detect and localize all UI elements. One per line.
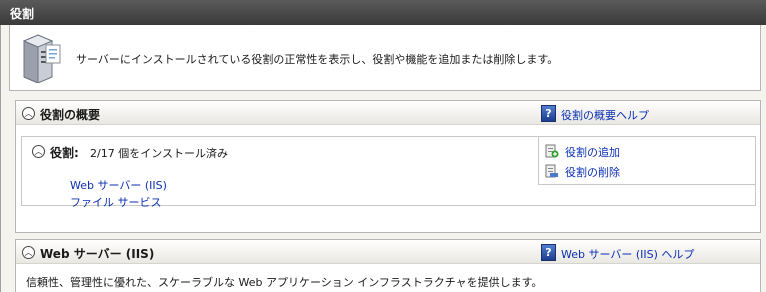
roles-status: 2/17 個をインストール済み bbox=[90, 147, 228, 160]
add-roles-link[interactable]: 役割の追加 bbox=[565, 144, 620, 160]
add-role-icon bbox=[545, 144, 559, 158]
roles-summary-header: ︿ 役割の概要 ? 役割の概要ヘルプ bbox=[16, 101, 760, 125]
roles-summary-help-link[interactable]: 役割の概要ヘルプ bbox=[561, 107, 649, 123]
intro-text: サーバーにインストールされている役割の正常性を表示し、役割や機能を追加または削除… bbox=[76, 53, 559, 66]
web-server-title: Web サーバー (IIS) bbox=[40, 247, 155, 261]
help-icon[interactable]: ? bbox=[541, 244, 556, 261]
remove-role-icon bbox=[545, 164, 558, 178]
roles-summary-title: 役割の概要 bbox=[40, 108, 101, 122]
web-server-description: 信頼性、管理性に優れた、スケーラブルな Web アプリケーション インフラストラ… bbox=[26, 276, 543, 289]
role-actions-panel: 役割の追加 役割の削除 bbox=[538, 137, 755, 185]
collapse-icon[interactable]: ︿ bbox=[22, 246, 35, 259]
collapse-icon[interactable]: ︿ bbox=[32, 145, 45, 158]
roles-panel: ︿ 役割: 2/17 個をインストール済み Web サーバー (IIS) ファイ… bbox=[21, 136, 756, 209]
collapse-icon[interactable]: ︿ bbox=[22, 107, 35, 120]
help-icon[interactable]: ? bbox=[541, 105, 556, 122]
role-link-web-server[interactable]: Web サーバー (IIS) bbox=[70, 177, 167, 193]
role-link-file-services[interactable]: ファイル サービス bbox=[70, 194, 162, 210]
window-title: 役割 bbox=[0, 0, 766, 25]
web-server-header: ︿ Web サーバー (IIS) ? Web サーバー (IIS) ヘルプ bbox=[16, 240, 760, 264]
web-server-section: ︿ Web サーバー (IIS) ? Web サーバー (IIS) ヘルプ 信頼… bbox=[15, 239, 761, 292]
remove-roles-link[interactable]: 役割の削除 bbox=[565, 164, 620, 180]
server-icon bbox=[22, 34, 61, 83]
roles-label: 役割: bbox=[50, 146, 79, 160]
web-server-help-link[interactable]: Web サーバー (IIS) ヘルプ bbox=[561, 246, 694, 262]
intro-panel: サーバーにインストールされている役割の正常性を表示し、役割や機能を追加または削除… bbox=[9, 25, 761, 91]
main-content: サーバーにインストールされている役割の正常性を表示し、役割や機能を追加または削除… bbox=[0, 25, 766, 292]
roles-summary-section: ︿ 役割の概要 ? 役割の概要ヘルプ ︿ 役割: 2/17 個をインストール済み… bbox=[15, 100, 761, 233]
